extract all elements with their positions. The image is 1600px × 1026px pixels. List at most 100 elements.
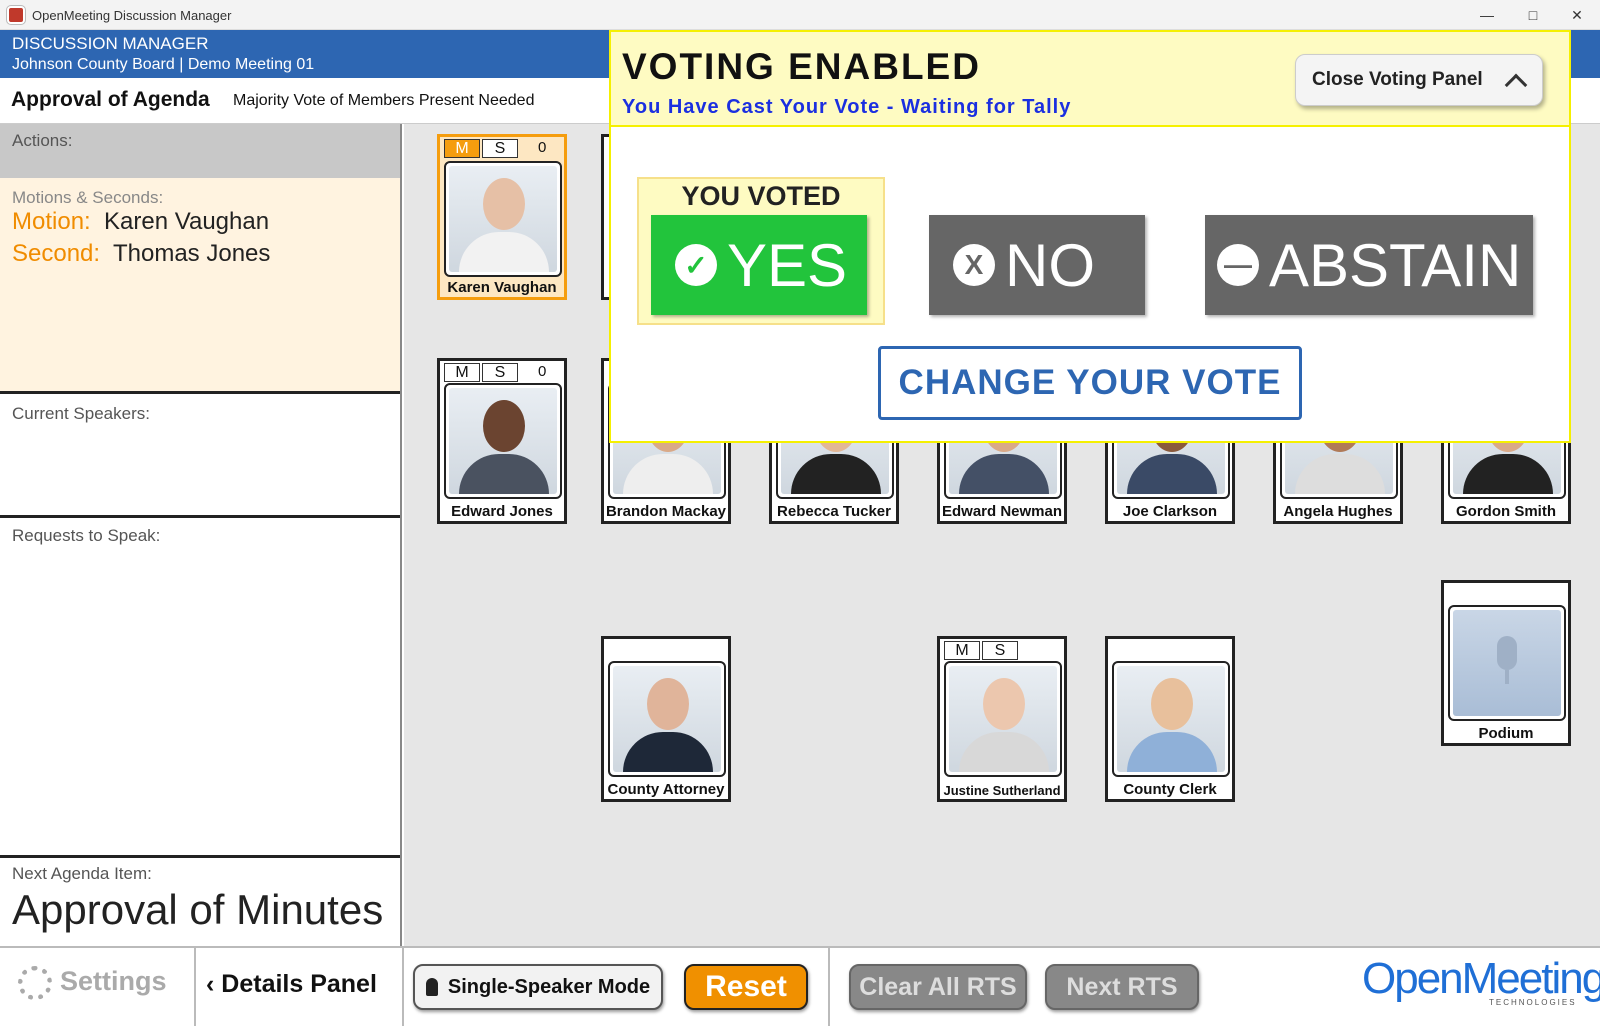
logo-text: OpenMeeting [1362, 954, 1600, 1003]
member-name: County Clerk [1123, 781, 1217, 798]
gear-icon [18, 966, 52, 1000]
motion-second-bar: M S 0 [442, 139, 560, 158]
motion-toggle[interactable]: M [444, 363, 480, 382]
podium-card[interactable]: Podium [1441, 580, 1571, 746]
title-bar: OpenMeeting Discussion Manager — □ ✕ [0, 0, 1600, 30]
vote-no-label: NO [1005, 231, 1095, 299]
window-title: OpenMeeting Discussion Manager [32, 8, 232, 23]
podium-label: Podium [1478, 725, 1534, 742]
member-photo [608, 661, 726, 777]
maximize-button[interactable]: □ [1510, 0, 1556, 30]
x-icon: X [953, 244, 995, 286]
close-voting-panel-label: Close Voting Panel [1312, 69, 1483, 90]
member-name: Gordon Smith [1456, 503, 1556, 520]
requests-to-speak-label: Requests to Speak: [12, 526, 161, 545]
member-name: Edward Newman [941, 503, 1063, 520]
motion-second-bar: M S 0 [442, 363, 560, 382]
actions-section: Actions: [0, 124, 400, 178]
member-name: Justine Sutherland [943, 783, 1061, 798]
member-name: Edward Jones [451, 503, 553, 520]
next-agenda-label: Next Agenda Item: [12, 864, 152, 883]
chevron-left-icon: ‹ [206, 970, 215, 998]
second-toggle[interactable]: S [482, 139, 518, 158]
meeting-name: Johnson County Board | Demo Meeting 01 [12, 56, 315, 73]
single-speaker-mode-button[interactable]: Single-Speaker Mode [413, 964, 663, 1010]
second-key: Second: [12, 240, 101, 267]
speak-count: 0 [538, 363, 547, 380]
second-toggle[interactable]: S [482, 363, 518, 382]
logo-subtext: TECHNOLOGIES [1489, 998, 1577, 1007]
member-card[interactable]: M S 0 Karen Vaughan [437, 134, 567, 300]
motion-toggle[interactable]: M [444, 139, 480, 158]
second-value: Thomas Jones [112, 240, 271, 267]
vote-yes-label: YES [727, 231, 848, 299]
voting-panel: VOTING ENABLED You Have Cast Your Vote -… [609, 30, 1571, 443]
motions-label: Motions & Seconds: [12, 188, 164, 207]
member-photo [1112, 661, 1230, 777]
openmeeting-logo: OpenMeeting TECHNOLOGIES [1362, 954, 1600, 1014]
vote-no-button[interactable]: X NO [929, 215, 1145, 315]
speak-count: 0 [538, 139, 547, 156]
member-photo [444, 383, 562, 499]
person-icon [425, 978, 438, 996]
member-card[interactable]: County Clerk [1105, 636, 1235, 802]
current-speakers-section: Current Speakers: [0, 394, 400, 518]
agenda-subtitle: Majority Vote of Members Present Needed [233, 92, 535, 109]
member-name: County Attorney [607, 781, 725, 798]
change-vote-button[interactable]: CHANGE YOUR VOTE [878, 346, 1302, 420]
sidebar: Actions: Motions & Seconds: Motion: Kare… [0, 124, 402, 946]
motion-second-bar: M S [942, 641, 1060, 660]
second-toggle[interactable]: S [982, 641, 1018, 660]
you-voted-label: YOU VOTED [681, 181, 841, 211]
podium-photo [1448, 605, 1566, 721]
clear-all-rts-button[interactable]: Clear All RTS [849, 964, 1027, 1010]
divider [402, 948, 404, 1026]
vote-yes-button[interactable]: ✓ YES [651, 215, 867, 315]
settings-button[interactable]: Settings [18, 966, 167, 1000]
member-photo [444, 161, 562, 277]
reset-button[interactable]: Reset [684, 964, 808, 1010]
requests-to-speak-section: Requests to Speak: [0, 518, 400, 858]
details-panel-label: Details Panel [221, 970, 377, 998]
second-row: Second: Thomas Jones [12, 240, 270, 268]
motion-toggle[interactable]: M [944, 641, 980, 660]
agenda-title: Approval of Agenda [11, 88, 210, 111]
member-name: Angela Hughes [1283, 503, 1393, 520]
check-icon: ✓ [675, 244, 717, 286]
member-name: Rebecca Tucker [777, 503, 891, 520]
minimize-button[interactable]: — [1464, 0, 1510, 30]
member-name: Karen Vaughan [447, 279, 557, 296]
motion-row: Motion: Karen Vaughan [12, 208, 269, 236]
voting-title: VOTING ENABLED [622, 46, 981, 87]
member-photo [944, 661, 1062, 777]
close-voting-panel-button[interactable]: Close Voting Panel [1295, 54, 1543, 106]
close-window-button[interactable]: ✕ [1554, 0, 1600, 30]
footer-toolbar: Settings ‹ Details Panel Single-Speaker … [0, 946, 1600, 1026]
app-icon [7, 6, 25, 24]
next-agenda-section: Next Agenda Item: Approval of Minutes [0, 858, 400, 946]
minus-icon: — [1217, 244, 1259, 286]
next-agenda-item: Approval of Minutes [12, 886, 384, 933]
member-name: Brandon Mackay [605, 503, 727, 520]
chevron-up-icon [1504, 73, 1528, 97]
member-card[interactable]: M S Justine Sutherland [937, 636, 1067, 802]
vote-abstain-button[interactable]: — ABSTAIN [1205, 215, 1533, 315]
member-card[interactable]: County Attorney [601, 636, 731, 802]
microphone-icon [1497, 636, 1517, 670]
current-speakers-label: Current Speakers: [12, 404, 150, 423]
app-name: DISCUSSION MANAGER [12, 34, 209, 53]
vote-abstain-label: ABSTAIN [1269, 231, 1522, 299]
next-rts-button[interactable]: Next RTS [1045, 964, 1199, 1010]
voting-header: VOTING ENABLED You Have Cast Your Vote -… [611, 32, 1569, 127]
member-name: Joe Clarkson [1122, 503, 1218, 520]
member-card[interactable]: M S 0 Edward Jones [437, 358, 567, 524]
details-panel-button[interactable]: ‹ Details Panel [206, 970, 377, 999]
motion-key: Motion: [12, 208, 91, 235]
motion-value: Karen Vaughan [104, 208, 270, 235]
divider [828, 948, 830, 1026]
actions-label: Actions: [12, 131, 73, 150]
divider [194, 948, 196, 1026]
voting-status: You Have Cast Your Vote - Waiting for Ta… [622, 96, 1072, 118]
single-speaker-label: Single-Speaker Mode [447, 975, 651, 998]
settings-label: Settings [60, 966, 167, 997]
